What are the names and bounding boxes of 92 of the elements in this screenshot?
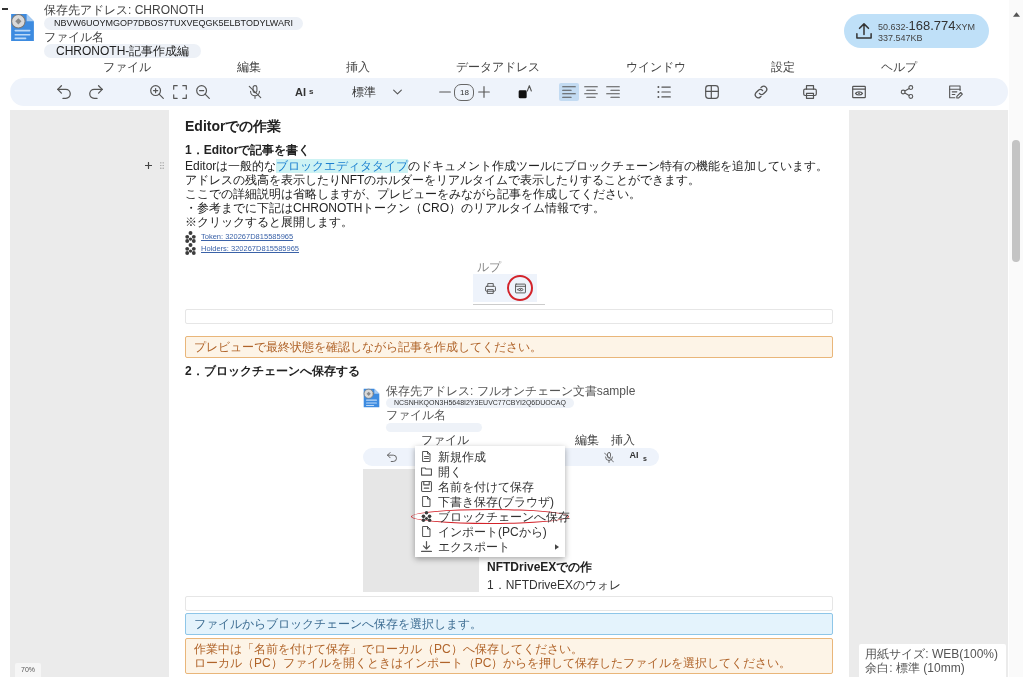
cluster-icon <box>185 231 196 243</box>
menu-item[interactable]: 編集 <box>575 433 599 447</box>
field-label: 保存先アドレス: CHRONOTH <box>44 3 204 17</box>
menu-item[interactable]: ヘルプ <box>881 60 918 74</box>
scrollbar-thumb[interactable] <box>1012 140 1020 262</box>
drag-handle-icon <box>160 162 164 169</box>
body-text: 1．NFTDriveEXのウォレ <box>487 578 622 592</box>
up-arrow-icon <box>1012 12 1020 17</box>
body-text: Editorは一般的なブロックエディタタイプのドキュメント作成ツールにブロックチェーン特有の機能を追加しています。 <box>185 159 830 173</box>
print-icon <box>803 85 818 99</box>
table-icon <box>705 85 720 99</box>
text-color-icon <box>518 85 533 99</box>
cluster-icon <box>185 243 196 255</box>
font-size-field[interactable]: 18 <box>454 83 475 101</box>
redo-button[interactable] <box>86 82 106 102</box>
document-icon <box>363 388 380 408</box>
preview-icon <box>852 85 867 99</box>
body-text: アドレスの残高を表示したりNFTのホルダーをリアルタイムで表示したりすることができます。 <box>185 173 702 187</box>
list-icon <box>657 85 672 99</box>
menu-item[interactable]: ファイル <box>102 60 151 74</box>
body-text: ・参考までに下記はCHRONOTHトークン（CRO）のリアルタイム情報です。 <box>185 201 606 215</box>
context-menu-item[interactable]: エクスポート <box>415 539 565 554</box>
undo-icon <box>57 85 71 99</box>
align-left-icon <box>562 86 577 98</box>
body-text: ※クリックすると展開します。 <box>185 215 354 229</box>
zoom-in-icon <box>150 85 164 99</box>
zoom-out-button[interactable] <box>193 82 213 102</box>
edit-note-icon <box>949 85 964 99</box>
align-center-icon <box>584 86 599 98</box>
upload-button[interactable]: 50.632-168.774XYM 337.547KB <box>843 14 989 48</box>
menu-item[interactable]: データアドレス <box>455 60 540 74</box>
field-label: 保存先アドレス: フルオンチェーン文書sample <box>386 384 636 398</box>
save-icon <box>421 481 432 492</box>
paragraph-style-select[interactable]: 標準 <box>346 83 409 101</box>
document-icon <box>421 451 432 462</box>
menu-label: ルプ <box>477 260 503 274</box>
chevron-down-icon <box>393 89 403 95</box>
preview-icon[interactable] <box>514 282 526 294</box>
context-menu-item[interactable]: 開く <box>415 464 565 479</box>
page-info-text: 余白: 標準 (10mm) <box>865 661 966 675</box>
caret-right-icon <box>555 543 559 550</box>
fullscreen-icon <box>173 85 187 99</box>
align-left-button[interactable] <box>559 83 580 101</box>
link[interactable]: ブロックエディタタイプ <box>276 159 409 173</box>
plus-icon <box>145 162 152 169</box>
document-title: Editorでの作業 <box>185 118 283 135</box>
scrollbar[interactable] <box>1009 0 1023 677</box>
align-right-icon <box>606 86 621 98</box>
file-icon <box>421 526 432 537</box>
share-icon <box>900 85 915 99</box>
link-icon <box>754 85 769 99</box>
print-icon[interactable] <box>484 282 496 294</box>
menu-item[interactable]: 編集 <box>236 60 261 74</box>
page-info-text: 用紙サイズ: WEB(100%) <box>865 647 998 661</box>
document-heading: NFTDriveEXでの作 <box>487 560 594 575</box>
context-menu-item[interactable]: 下書き保存(ブラウザ) <box>415 494 565 509</box>
section-heading: 2．ブロックチェーンへ保存する <box>185 364 361 379</box>
download-icon <box>421 541 432 552</box>
upload-icon <box>855 23 872 39</box>
zoom-out-icon <box>196 85 210 99</box>
ai-button[interactable]: AI $_{s}$ <box>629 449 647 465</box>
file-name-field[interactable]: CHRONOTH-記事作成編 <box>44 44 202 58</box>
notice-text: ローカル（PC）ファイルを開くときはインポート（PC）からを押して保存したファイルを選択してください。 <box>194 656 793 670</box>
menu-item[interactable]: ウインドウ <box>625 60 686 74</box>
context-menu-item[interactable]: 新規作成 <box>415 449 565 464</box>
mic-off-icon <box>248 85 262 99</box>
minus-icon <box>439 91 452 93</box>
notice-text: 作業中は「名前を付けて保存」でローカル（PC）へ保存してください。 <box>194 642 584 656</box>
menu-item[interactable]: 挿入 <box>346 60 371 74</box>
cluster-icon <box>421 511 432 522</box>
menu-item[interactable]: 挿入 <box>611 433 635 447</box>
address-field[interactable]: NBVW6UOYMGOP7DBOS7TUXVEQGK5ELBTODYLWARI <box>44 17 303 30</box>
undo-icon <box>387 452 397 462</box>
mic-off-icon <box>603 451 614 463</box>
zoom-in-button[interactable] <box>147 82 167 102</box>
redo-icon <box>89 85 103 99</box>
field-label: ファイル名 <box>44 30 104 44</box>
file-icon <box>421 496 432 507</box>
plus-icon <box>478 86 491 98</box>
section-heading: 1．Editorで記事を書く <box>185 143 312 158</box>
document-icon <box>10 13 35 42</box>
folder-icon <box>421 466 432 477</box>
context-menu-item[interactable]: インポート(PCから) <box>415 524 565 539</box>
notice-text: ファイルからブロックチェーンへ保存を選択します。 <box>194 617 483 631</box>
notice-text: プレビューで最終状態を確認しながら記事を作成してください。 <box>194 340 543 354</box>
field-label: ファイル名 <box>386 408 446 422</box>
menu-item[interactable]: ファイル <box>421 433 469 447</box>
body-text: ここでの詳細説明は省略しますが、プレビューをみながら記事を作成してください。 <box>185 187 642 201</box>
undo-button[interactable] <box>54 82 74 102</box>
menu-item[interactable]: 設定 <box>771 60 796 74</box>
context-menu-item[interactable]: 名前を付けて保存 <box>415 479 565 494</box>
fullscreen-button[interactable] <box>170 82 190 102</box>
